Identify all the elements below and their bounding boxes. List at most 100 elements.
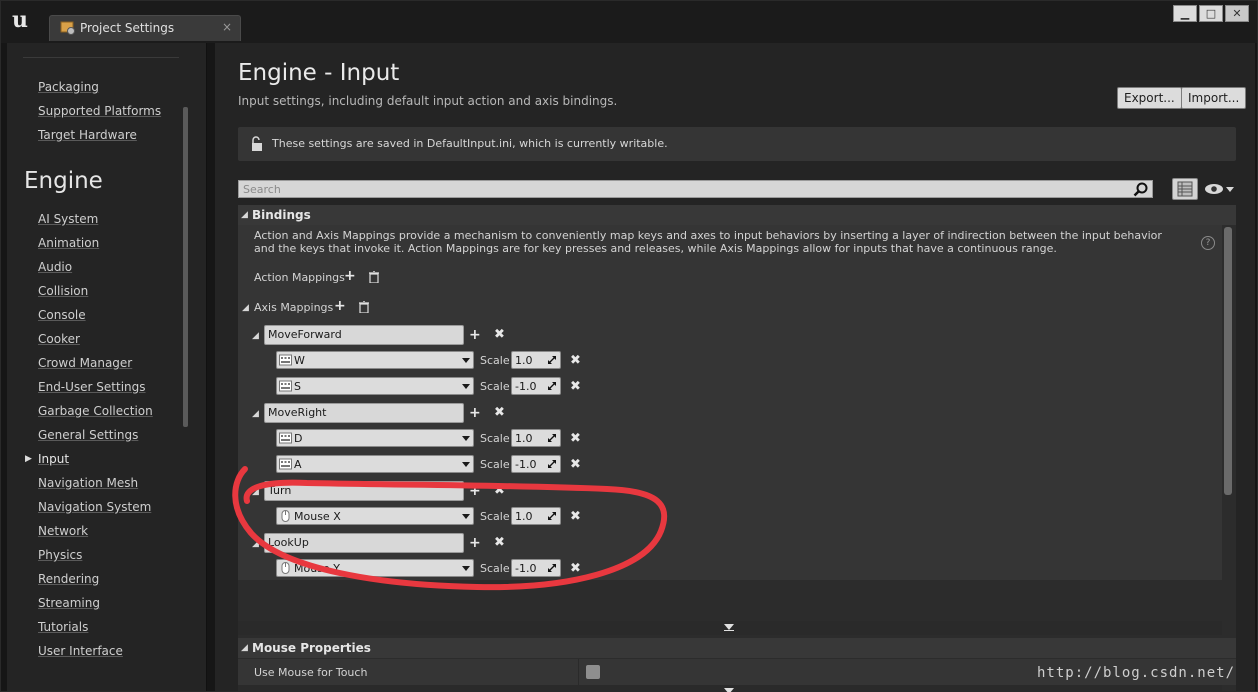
- settings-sidebar: Engine Packaging Supported Platforms Targe…: [7, 43, 207, 691]
- add-key-icon[interactable]: +: [469, 328, 481, 342]
- remove-axis-icon[interactable]: ✖: [494, 406, 505, 419]
- scale-label: Scale: [480, 354, 510, 367]
- sidebar-item-navigation-system[interactable]: Navigation System: [38, 500, 151, 514]
- column-divider: [578, 659, 579, 685]
- add-axis-mapping-icon[interactable]: +: [334, 299, 346, 313]
- tab-project-settings[interactable]: Project Settings ×: [49, 15, 241, 41]
- search-icon: [1133, 182, 1148, 197]
- remove-key-icon[interactable]: ✖: [570, 380, 581, 393]
- page-description: Input settings, including default input …: [238, 94, 618, 108]
- unlocked-icon: [252, 136, 262, 151]
- config-notice: These settings are saved in DefaultInput…: [238, 127, 1236, 161]
- keyboard-icon: [279, 380, 292, 392]
- axis-collapse-icon[interactable]: ◢: [252, 409, 259, 419]
- view-grid-button[interactable]: [1172, 178, 1198, 200]
- axis-mappings-label: Axis Mappings: [254, 301, 334, 314]
- delete-axis-mappings-icon[interactable]: [359, 301, 369, 313]
- search-input[interactable]: Search: [238, 180, 1153, 198]
- expand-arrow-line: [724, 630, 734, 631]
- keyboard-icon: [279, 354, 292, 366]
- dropdown-arrow-icon: [462, 384, 470, 389]
- sidebar-item-network[interactable]: Network: [38, 524, 88, 538]
- axis-name-field[interactable]: MoveRight: [264, 403, 464, 423]
- sidebar-item-audio[interactable]: Audio: [38, 260, 72, 274]
- scale-label: Scale: [480, 432, 510, 445]
- view-options-eye-icon[interactable]: [1203, 182, 1235, 196]
- remove-axis-icon[interactable]: ✖: [494, 328, 505, 341]
- sidebar-item-console[interactable]: Console: [38, 308, 86, 322]
- sidebar-item-tutorials[interactable]: Tutorials: [38, 620, 88, 634]
- use-mouse-for-touch-checkbox[interactable]: [586, 665, 600, 679]
- search-placeholder: Search: [243, 183, 281, 196]
- action-mappings-label: Action Mappings: [254, 271, 345, 284]
- tab-close-icon[interactable]: ×: [222, 20, 232, 34]
- details-scrollbar[interactable]: [1224, 227, 1232, 495]
- key-dropdown[interactable]: D: [276, 429, 474, 447]
- dropdown-arrow-icon: [462, 436, 470, 441]
- help-icon[interactable]: ?: [1201, 236, 1215, 250]
- axis-collapse-icon[interactable]: ◢: [252, 331, 259, 341]
- use-mouse-for-touch-label: Use Mouse for Touch: [254, 666, 368, 679]
- sidebar-item-collision[interactable]: Collision: [38, 284, 88, 298]
- key-dropdown[interactable]: S: [276, 377, 474, 395]
- title-bar: u Project Settings × ▁ □ ✕: [1, 1, 1257, 43]
- delete-action-mappings-icon[interactable]: [369, 271, 379, 283]
- export-button[interactable]: Export...: [1117, 87, 1182, 109]
- sidebar-item-ai-system[interactable]: AI System: [38, 212, 98, 226]
- sidebar-item-general-settings[interactable]: General Settings: [38, 428, 138, 442]
- axis-name-field[interactable]: MoveForward: [264, 325, 464, 345]
- maximize-button[interactable]: □: [1199, 5, 1223, 22]
- mouse-properties-header[interactable]: ◢ Mouse Properties: [238, 638, 1236, 658]
- sidebar-item-crowd-manager[interactable]: Crowd Manager: [38, 356, 132, 370]
- axis-mappings-collapse-icon[interactable]: ◢: [242, 303, 249, 313]
- sidebar-item-input[interactable]: Input: [38, 452, 69, 466]
- scale-input[interactable]: 1.0: [511, 351, 561, 369]
- sidebar-item-streaming[interactable]: Streaming: [38, 596, 100, 610]
- notice-text: These settings are saved in DefaultInput…: [272, 137, 668, 150]
- sidebar-scrollbar[interactable]: [183, 107, 188, 427]
- grid-icon: [1177, 181, 1193, 197]
- bindings-header[interactable]: ◢ Bindings: [238, 205, 1236, 225]
- sidebar-item-packaging[interactable]: Packaging: [38, 80, 99, 94]
- sidebar-item-physics[interactable]: Physics: [38, 548, 82, 562]
- remove-key-icon[interactable]: ✖: [570, 354, 581, 367]
- sidebar-item-garbage-collection[interactable]: Garbage Collection: [38, 404, 153, 418]
- tab-label: Project Settings: [80, 21, 175, 35]
- key-dropdown[interactable]: W: [276, 351, 474, 369]
- add-key-icon[interactable]: +: [469, 406, 481, 420]
- drag-handle-icon: [548, 356, 556, 364]
- red-annotation-circle: [232, 466, 668, 591]
- mouse-properties-expand-bar[interactable]: [238, 685, 1222, 692]
- window-controls: ▁ □ ✕: [1173, 5, 1249, 22]
- remove-key-icon[interactable]: ✖: [570, 432, 581, 445]
- bindings-header-label: Bindings: [252, 208, 311, 222]
- sidebar-item-rendering[interactable]: Rendering: [38, 572, 99, 586]
- sidebar-item-target-hardware[interactable]: Target Hardware: [38, 128, 137, 142]
- scale-value: 1.0: [515, 432, 533, 445]
- drag-handle-icon: [548, 382, 556, 390]
- sidebar-item-end-user-settings[interactable]: End-User Settings: [38, 380, 146, 394]
- unreal-logo-icon: u: [12, 7, 28, 33]
- mouse-properties-header-label: Mouse Properties: [252, 641, 371, 655]
- project-settings-window: u Project Settings × ▁ □ ✕ Engine Packag…: [0, 0, 1258, 692]
- scale-input[interactable]: 1.0: [511, 429, 561, 447]
- sidebar-item-user-interface[interactable]: User Interface: [38, 644, 123, 658]
- drag-handle-icon: [548, 434, 556, 442]
- watermark-text: http://blog.csdn.net/: [1037, 665, 1236, 681]
- bindings-expand-bar[interactable]: [238, 621, 1222, 635]
- scale-input[interactable]: -1.0: [511, 377, 561, 395]
- close-button[interactable]: ✕: [1225, 5, 1249, 22]
- sidebar-item-supported-platforms[interactable]: Supported Platforms: [38, 104, 161, 118]
- sidebar-item-animation[interactable]: Animation: [38, 236, 99, 250]
- sidebar-section-engine: Engine: [24, 168, 103, 194]
- sidebar-item-navigation-mesh[interactable]: Navigation Mesh: [38, 476, 138, 490]
- sidebar-item-cooker[interactable]: Cooker: [38, 332, 80, 346]
- expand-arrow-icon: [724, 688, 734, 692]
- minimize-button[interactable]: ▁: [1173, 5, 1197, 22]
- scale-value: -1.0: [515, 380, 537, 393]
- add-action-mapping-icon[interactable]: +: [344, 269, 356, 283]
- settings-main: Engine - Input Input settings, including…: [215, 43, 1255, 692]
- sidebar-list[interactable]: Engine Packaging Supported Platforms Targe…: [23, 57, 179, 682]
- import-button[interactable]: Import...: [1181, 87, 1247, 109]
- active-item-arrow-icon: ▶: [25, 454, 32, 464]
